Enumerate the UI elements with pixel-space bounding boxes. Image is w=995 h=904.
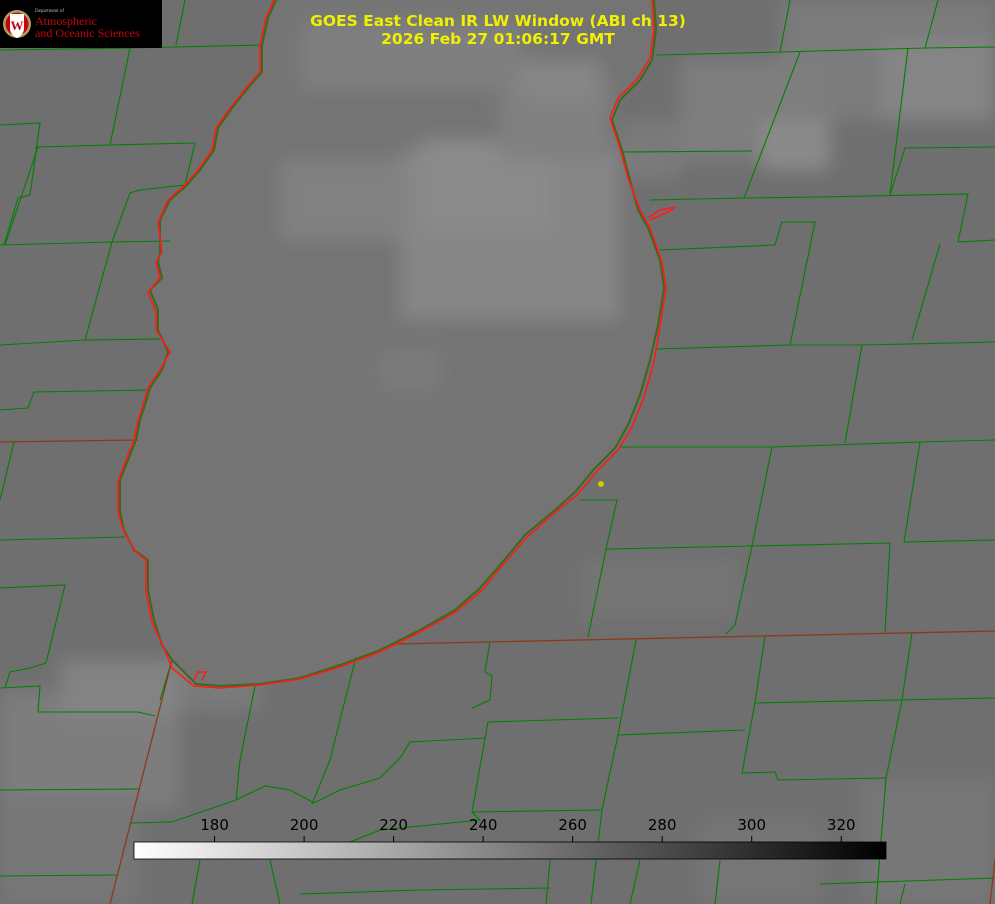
uw-seal-icon: W xyxy=(3,10,31,38)
satellite-image-viewer: W Department of Atmospheric and Oceanic … xyxy=(0,0,995,904)
aos-logo[interactable]: W Department of Atmospheric and Oceanic … xyxy=(0,0,162,48)
satellite-map xyxy=(0,0,995,904)
location-marker[interactable] xyxy=(598,481,604,487)
logo-line-2: and Oceanic Sciences xyxy=(35,26,140,40)
svg-text:W: W xyxy=(11,18,24,33)
